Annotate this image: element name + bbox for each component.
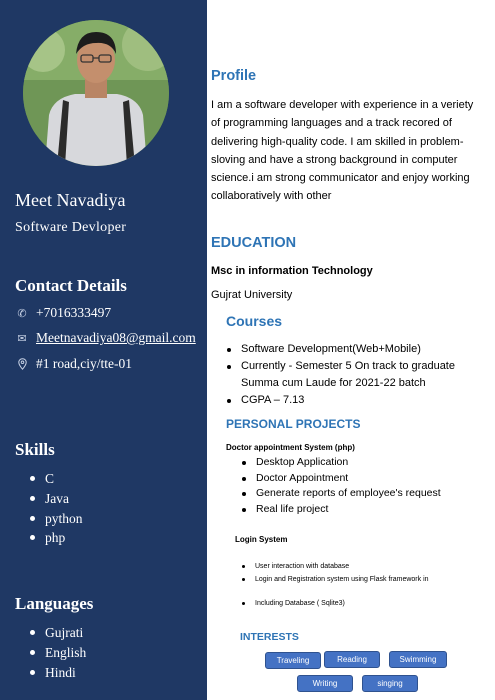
courses-heading: Courses: [226, 313, 283, 329]
main-content: Profile I am a software developer with e…: [207, 0, 495, 700]
skill-item: python: [30, 509, 83, 529]
courses-list: Software Development(Web+Mobile) Current…: [227, 341, 486, 409]
project-item: User interaction with database: [242, 560, 490, 573]
skill-item: Java: [30, 489, 83, 509]
contact-heading: Contact Details: [15, 276, 127, 295]
profile-text: I am a software developer with experienc…: [211, 99, 474, 203]
project-item: Desktop Application: [242, 455, 486, 471]
degree-title: Msc in information Technology: [211, 265, 373, 277]
interest-badge: Traveling: [265, 652, 321, 669]
sidebar: Meet Navadiya Software Devloper Contact …: [0, 0, 207, 700]
language-item: Hindi: [30, 663, 86, 683]
phone-text: +7016333497: [36, 305, 112, 320]
language-item: Gujrati: [30, 623, 86, 643]
skills-heading: Skills: [15, 440, 55, 459]
interest-badge: singing: [362, 675, 418, 692]
project-item: Login and Registration system using Flas…: [242, 573, 490, 586]
location-pin-icon: [15, 358, 29, 370]
project1-list: Desktop Application Doctor Appointment G…: [242, 455, 486, 518]
university-name: Gujrat University: [211, 289, 293, 301]
languages-list: Gujrati English Hindi: [30, 623, 86, 682]
contact-address: #1 road,ciy/tte-01: [15, 356, 132, 372]
language-item: English: [30, 643, 86, 663]
skill-item: php: [30, 528, 83, 548]
project-item: Including Database ( Sqlite3): [242, 597, 490, 610]
profile-photo: [23, 20, 169, 166]
person-photo-icon: [23, 20, 169, 166]
project2-list: User interaction with database Login and…: [242, 560, 490, 586]
project2-title: Login System: [235, 535, 288, 544]
skill-item: C: [30, 469, 83, 489]
candidate-role: Software Devloper: [15, 220, 127, 235]
project2-extra-list: Including Database ( Sqlite3): [242, 597, 490, 610]
education-heading: EDUCATION: [211, 235, 297, 251]
interest-badge: Writing: [297, 675, 353, 692]
interests-heading: INTERESTS: [240, 631, 299, 643]
contact-phone: ✆ +7016333497: [15, 305, 111, 321]
contact-email: ✉ Meetnavadiya08@gmail.com: [15, 330, 196, 346]
interest-badge: Reading: [324, 651, 380, 668]
projects-heading: PERSONAL PROJECTS: [226, 417, 361, 431]
course-item: CGPA – 7.13: [227, 392, 486, 409]
languages-heading: Languages: [15, 594, 94, 613]
address-text: #1 road,ciy/tte-01: [36, 356, 132, 371]
project-item: Generate reports of employee's request: [242, 486, 486, 502]
email-link[interactable]: Meetnavadiya08@gmail.com: [36, 330, 196, 346]
phone-icon: ✆: [17, 307, 27, 320]
project1-title: Doctor appointment System (php): [226, 443, 355, 452]
project-item: Doctor Appointment: [242, 471, 486, 487]
course-item: Currently - Semester 5 On track to gradu…: [227, 358, 486, 392]
project-item: Real life project: [242, 502, 486, 518]
profile-heading: Profile: [211, 68, 257, 84]
skills-list: C Java python php: [30, 469, 83, 548]
interest-badge: Swimming: [389, 651, 447, 668]
course-item: Software Development(Web+Mobile): [227, 341, 486, 358]
envelope-icon: ✉: [17, 332, 27, 345]
candidate-name: Meet Navadiya: [15, 190, 126, 210]
